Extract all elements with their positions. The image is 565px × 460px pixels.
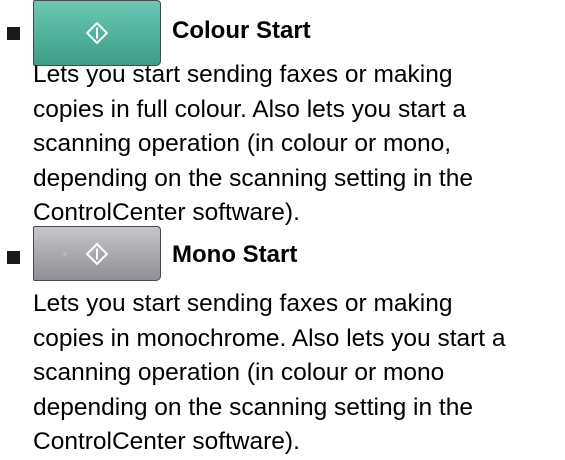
- description-line: depending on the scanning setting in the: [33, 393, 473, 421]
- description-line: copies in full colour. Also lets you sta…: [33, 95, 467, 123]
- description-line: copies in monochrome. Also lets you star…: [33, 324, 506, 352]
- description-line: Lets you start sending faxes or making: [33, 290, 453, 317]
- description-line: scanning operation (in colour or mono,: [33, 130, 452, 157]
- bullet-square: [7, 27, 20, 40]
- start-diamond-icon: [85, 242, 109, 265]
- mono-start-title: Mono Start: [172, 241, 298, 268]
- description-line: depending on the scanning setting in the: [33, 164, 473, 192]
- description-line: ControlCenter software).: [33, 428, 300, 455]
- mono-start-description: Lets you start sending faxes or making c…: [33, 287, 563, 460]
- bullet-square: [7, 251, 20, 264]
- start-diamond-icon: [85, 21, 109, 45]
- description-line: Lets you start sending faxes or making: [33, 61, 453, 88]
- led-indicator: [63, 252, 67, 256]
- description-line: scanning operation (in colour or mono: [33, 359, 445, 386]
- colour-start-description: Lets you start sending faxes or making c…: [33, 58, 563, 231]
- mono-start-key: [33, 226, 161, 281]
- colour-start-key: [33, 0, 161, 66]
- colour-start-title: Colour Start: [172, 17, 311, 44]
